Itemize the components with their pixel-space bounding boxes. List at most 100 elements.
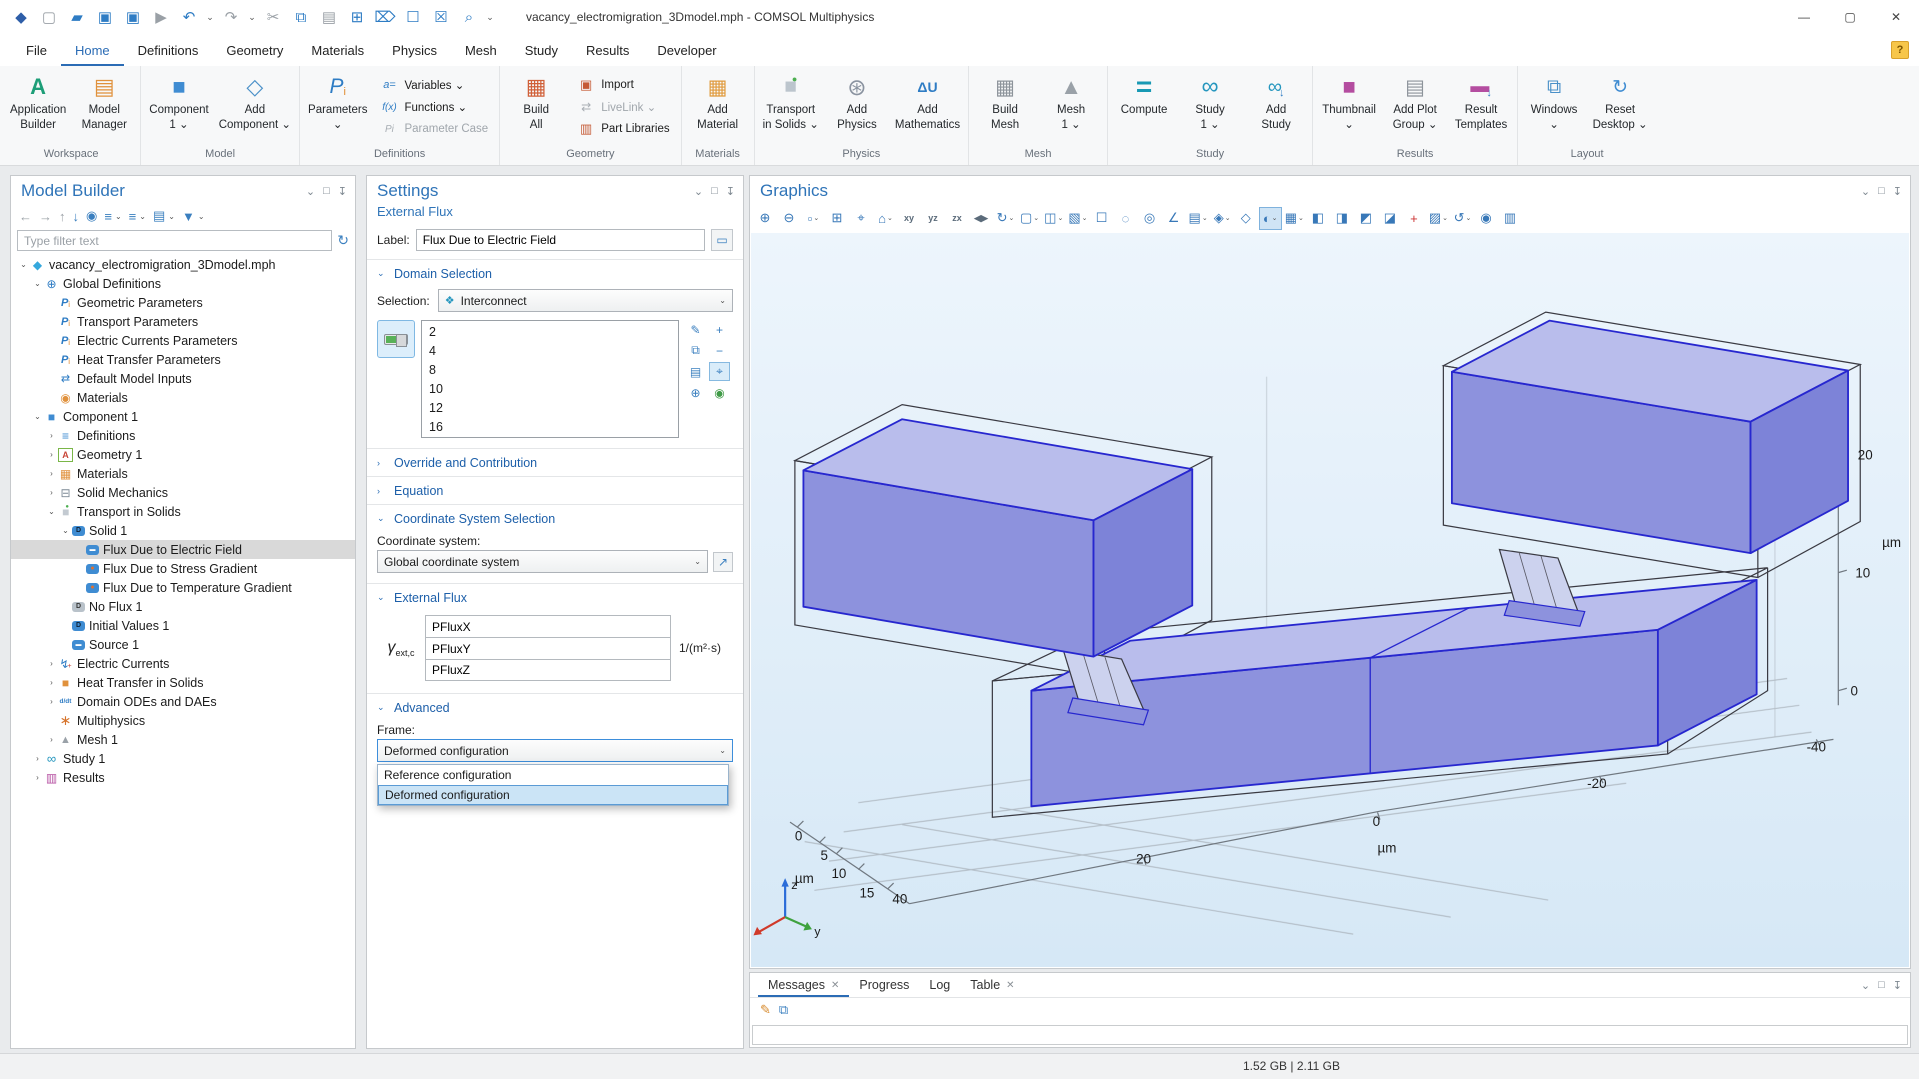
color-theme-button[interactable]: ▨⌄ bbox=[1427, 207, 1450, 230]
tree-expander-icon[interactable]: › bbox=[45, 431, 58, 440]
study-1-button[interactable]: Study 1 ⌄ bbox=[1177, 66, 1243, 148]
tab-log[interactable]: Log bbox=[919, 973, 960, 997]
section-domain-selection[interactable]: ⌄Domain Selection bbox=[367, 260, 743, 287]
tree-expander-icon[interactable]: ⌄ bbox=[31, 412, 44, 421]
plot-settings-button[interactable]: ▤⌄ bbox=[1187, 207, 1210, 230]
tree-item-solid-1[interactable]: ⌄ Solid 1 bbox=[11, 521, 355, 540]
active-toggle-button[interactable] bbox=[377, 320, 415, 358]
tree-item-flux-due-to-temperature-gradient[interactable]: Flux Due to Temperature Gradient bbox=[11, 578, 355, 597]
section-coordinate-system-selection[interactable]: ⌄Coordinate System Selection bbox=[367, 505, 743, 532]
tab-geometry[interactable]: Geometry bbox=[212, 34, 297, 66]
component-1-button[interactable]: Component 1 ⌄ bbox=[144, 66, 213, 148]
update-plot-button[interactable]: ↺⌄ bbox=[1451, 207, 1474, 230]
tree-expander-icon[interactable]: › bbox=[45, 469, 58, 478]
chevron-down-icon[interactable]: ⌄ bbox=[115, 212, 122, 221]
build-mesh-button[interactable]: Build Mesh bbox=[972, 66, 1038, 148]
copy-messages-icon[interactable]: ⧉ bbox=[779, 1002, 788, 1018]
tree-expander-icon[interactable]: › bbox=[31, 754, 44, 763]
view-yz-button[interactable]: yz bbox=[922, 207, 945, 230]
part-libraries-button[interactable]: Part Libraries bbox=[577, 120, 669, 139]
section-equation[interactable]: ›Equation bbox=[367, 477, 743, 504]
flux-y-field[interactable] bbox=[425, 637, 671, 659]
copy-selection-button[interactable]: ⧉ bbox=[685, 341, 706, 360]
snapshot-button[interactable]: ◉ bbox=[1475, 207, 1498, 230]
add-material-button[interactable]: Add Material bbox=[685, 66, 751, 148]
view-xy-button[interactable]: xy bbox=[898, 207, 921, 230]
frame-combobox[interactable]: Deformed configuration ⌄ bbox=[377, 739, 733, 762]
view-zx-button[interactable]: zx bbox=[946, 207, 969, 230]
float-panel-icon[interactable]: □ bbox=[711, 185, 718, 198]
tree-item-global-definitions[interactable]: ⌄ Global Definitions bbox=[11, 274, 355, 293]
select-box-button[interactable]: ☐ bbox=[1091, 207, 1114, 230]
frame-option-deformed[interactable]: Deformed configuration bbox=[378, 785, 728, 805]
material-rendering-button[interactable]: ◈⌄ bbox=[1211, 207, 1234, 230]
split-bottom-button[interactable]: ◨ bbox=[1331, 207, 1354, 230]
tab-progress[interactable]: Progress bbox=[849, 973, 919, 997]
build-all-button[interactable]: Build All bbox=[503, 66, 569, 148]
redo-dropdown-icon[interactable]: ⌄ bbox=[246, 4, 258, 30]
windows-button[interactable]: Windows ⌄ bbox=[1521, 66, 1587, 148]
thumbnail-button[interactable]: Thumbnail ⌄ bbox=[1316, 66, 1382, 148]
panel-menu-icon[interactable]: ⌄ bbox=[694, 185, 703, 198]
zoom-in-button[interactable]: ⊕ bbox=[754, 207, 777, 230]
selection-combobox[interactable]: ❖ Interconnect ⌄ bbox=[438, 289, 733, 312]
tree-item-domain-odes-and-daes[interactable]: › Domain ODEs and DAEs bbox=[11, 692, 355, 711]
float-panel-icon[interactable]: □ bbox=[1878, 185, 1885, 198]
functions-button[interactable]: Functions ⌄ bbox=[380, 98, 488, 117]
tree-expander-icon[interactable]: › bbox=[45, 488, 58, 497]
tree-expander-icon[interactable]: ⌄ bbox=[45, 507, 58, 516]
paste-button[interactable]: ▤ bbox=[316, 4, 342, 30]
section-advanced[interactable]: ⌄Advanced bbox=[367, 694, 743, 721]
domain-list-item[interactable]: 16 bbox=[422, 417, 678, 436]
close-tab-icon[interactable]: ✕ bbox=[1006, 980, 1014, 991]
create-selection-button[interactable]: ✎ bbox=[685, 320, 706, 339]
domain-list-item[interactable]: 10 bbox=[422, 379, 678, 398]
refresh-filter-icon[interactable]: ↻ bbox=[337, 232, 349, 249]
show-selection-button[interactable]: ◉ bbox=[709, 383, 730, 402]
frame-option-reference[interactable]: Reference configuration bbox=[378, 765, 728, 785]
mesh-1-button[interactable]: Mesh 1 ⌄ bbox=[1038, 66, 1104, 148]
pin-panel-icon[interactable]: ↧ bbox=[338, 185, 347, 198]
section-override-and-contribution[interactable]: ›Override and Contribution bbox=[367, 449, 743, 476]
coordinate-system-combobox[interactable]: Global coordinate system ⌄ bbox=[377, 550, 708, 573]
add-to-selection-button[interactable]: + bbox=[709, 320, 730, 339]
rotate-view-button[interactable]: ↻⌄ bbox=[994, 207, 1017, 230]
tab-messages[interactable]: Messages✕ bbox=[758, 973, 849, 997]
chevron-down-icon[interactable]: ⌄ bbox=[139, 212, 146, 221]
tree-item-heat-transfer-parameters[interactable]: Heat Transfer Parameters bbox=[11, 350, 355, 369]
tree-expander-icon[interactable]: › bbox=[45, 735, 58, 744]
add-plot-group-button[interactable]: Add Plot Group ⌄ bbox=[1382, 66, 1448, 148]
tree-item-geometric-parameters[interactable]: Geometric Parameters bbox=[11, 293, 355, 312]
paste-selection-button[interactable]: ▤ bbox=[685, 362, 706, 381]
zoom-selected-button[interactable]: ⌖ bbox=[850, 207, 873, 230]
delete-button[interactable]: ⌦ bbox=[372, 4, 398, 30]
tab-mesh[interactable]: Mesh bbox=[451, 34, 511, 66]
tree-item-transport-in-solids[interactable]: ⌄ Transport in Solids bbox=[11, 502, 355, 521]
add-mathematics-button[interactable]: Add Mathematics bbox=[890, 66, 965, 148]
domain-list-item[interactable]: 12 bbox=[422, 398, 678, 417]
adjacent-select-button[interactable]: ◎ bbox=[1139, 207, 1162, 230]
save-button[interactable]: ▣ bbox=[92, 4, 118, 30]
domain-selection-list[interactable]: 248101216 bbox=[421, 320, 679, 438]
panel-menu-icon[interactable]: ⌄ bbox=[1861, 979, 1870, 992]
filter-icon[interactable]: ▼ bbox=[182, 209, 195, 224]
remove-from-selection-button[interactable]: − bbox=[709, 341, 730, 360]
open-button[interactable]: ▰ bbox=[64, 4, 90, 30]
tree-item-flux-due-to-electric-field[interactable]: Flux Due to Electric Field bbox=[11, 540, 355, 559]
domain-list-item[interactable]: 8 bbox=[422, 360, 678, 379]
redo-button[interactable]: ↷ bbox=[218, 4, 244, 30]
new-file-button[interactable]: ▢ bbox=[36, 4, 62, 30]
tree-item-electric-currents[interactable]: › Electric Currents bbox=[11, 654, 355, 673]
add-annotation-button[interactable]: + bbox=[1403, 207, 1426, 230]
graphics-3d-view[interactable]: 20 µm 10 0 -40 -20 0 5 10 15 40 µm 20 0 … bbox=[751, 233, 1909, 967]
messages-content[interactable] bbox=[752, 1025, 1908, 1045]
find-button[interactable]: ⌕ bbox=[456, 4, 482, 30]
application-builder-button[interactable]: Application Builder bbox=[5, 66, 71, 148]
tree-item-flux-due-to-stress-gradient[interactable]: Flux Due to Stress Gradient bbox=[11, 559, 355, 578]
visualization-button[interactable]: ◫⌄ bbox=[1042, 207, 1065, 230]
back-icon[interactable]: ← bbox=[19, 209, 32, 224]
flux-x-field[interactable] bbox=[425, 615, 671, 637]
forward-icon[interactable]: → bbox=[39, 209, 52, 224]
tree-item-initial-values-1[interactable]: Initial Values 1 bbox=[11, 616, 355, 635]
pin-panel-icon[interactable]: ↧ bbox=[1893, 185, 1902, 198]
